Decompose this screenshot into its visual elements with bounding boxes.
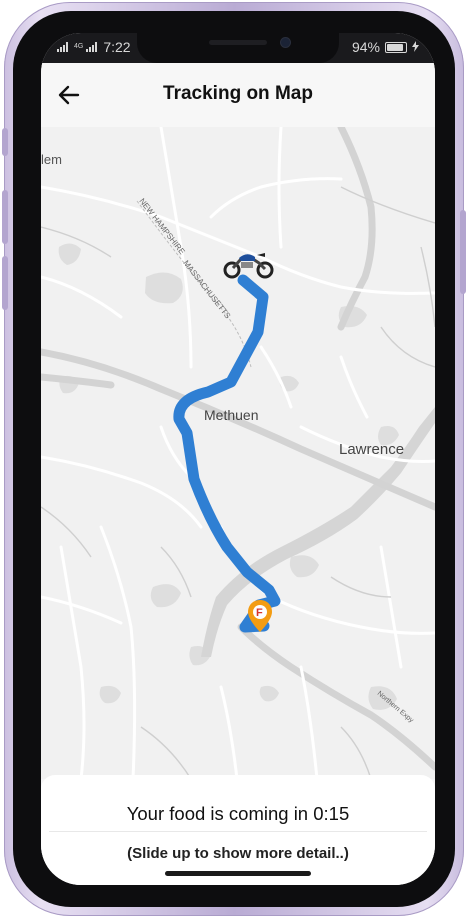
volume-down-button bbox=[2, 256, 8, 310]
map-label-partial-town: lem bbox=[41, 152, 62, 167]
bottom-sheet[interactable]: Your food is coming in 0:15 (Slide up to… bbox=[41, 775, 435, 885]
volume-up-button bbox=[2, 190, 8, 244]
signal-bars-icon bbox=[86, 39, 100, 55]
action-button bbox=[2, 128, 8, 156]
battery-percent: 94% bbox=[351, 39, 380, 55]
map-label-methuen: Methuen bbox=[204, 407, 258, 423]
home-indicator[interactable] bbox=[165, 871, 311, 876]
front-camera bbox=[281, 38, 290, 47]
divider bbox=[49, 831, 427, 832]
slide-up-hint: (Slide up to show more detail..) bbox=[127, 845, 349, 862]
power-button bbox=[460, 210, 466, 294]
phone-screen: 4G 7:22 94% Tracking on Map lem NEW HAMP… bbox=[41, 33, 435, 885]
page-title: Tracking on Map bbox=[163, 83, 313, 104]
status-time: 7:22 bbox=[103, 39, 131, 55]
charging-icon bbox=[412, 39, 419, 55]
earpiece-speaker bbox=[209, 40, 267, 45]
signal-bars-icon bbox=[57, 39, 71, 55]
notch bbox=[137, 33, 339, 63]
network-type-label: 4G bbox=[74, 43, 84, 50]
eta-text: Your food is coming in 0:15 bbox=[126, 803, 350, 824]
app-header: Tracking on Map bbox=[41, 63, 435, 127]
map-label-lawrence: Lawrence bbox=[339, 441, 404, 458]
battery-icon bbox=[385, 41, 407, 53]
map-view[interactable]: lem NEW HAMPSHIRE MASSACHUSETTS Methuen … bbox=[41, 127, 435, 779]
svg-text:F: F bbox=[256, 607, 263, 619]
